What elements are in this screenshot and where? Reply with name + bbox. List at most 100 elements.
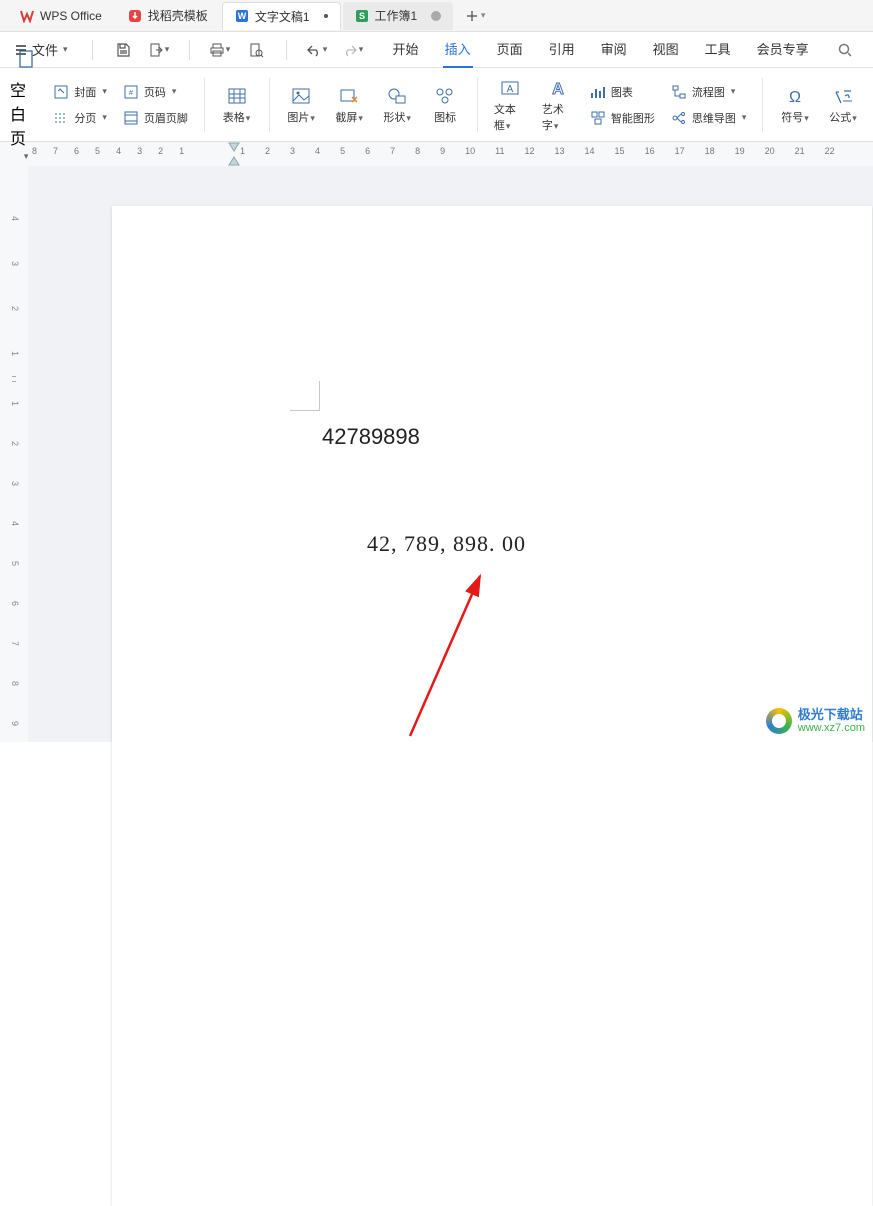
menu-tab-review[interactable]: 审阅 xyxy=(599,31,629,68)
ribbon-screenshot[interactable]: 截屏▾ xyxy=(329,83,369,127)
ribbon-table[interactable]: 表格▾ xyxy=(217,83,257,127)
document-text-raw[interactable]: 42789898 xyxy=(322,424,420,450)
label: 文本框 xyxy=(494,104,516,132)
separator xyxy=(286,40,287,60)
ruler-tick: 5 xyxy=(340,146,345,156)
menu-tab-reference[interactable]: 引用 xyxy=(547,31,577,68)
horizontal-ruler[interactable]: 8 7 6 5 4 3 2 1 1 2 3 4 5 6 7 8 9 10 11 … xyxy=(0,142,873,166)
ribbon-wordart[interactable]: A 艺术字▾ xyxy=(538,75,578,135)
watermark-title: 极光下载站 xyxy=(798,708,865,722)
label: 形状 xyxy=(383,112,405,124)
ribbon-flowchart[interactable]: 流程图▾ xyxy=(667,82,740,102)
hruler-scale: 8 7 6 5 4 3 2 1 1 2 3 4 5 6 7 8 9 10 11 … xyxy=(28,142,873,166)
print-preview-button[interactable] xyxy=(244,38,268,62)
vertical-ruler[interactable]: 4 3 2 1 1 2 3 4 5 6 7 8 9 xyxy=(0,166,28,742)
ruler-tick: 8 xyxy=(10,681,20,686)
ribbon-icon[interactable]: 图标 xyxy=(425,83,465,127)
textbox-icon: A xyxy=(499,77,521,99)
label: 流程图 xyxy=(692,84,725,100)
ruler-tick: 12 xyxy=(525,146,535,156)
tab-workbook-1[interactable]: S 工作簿1 xyxy=(343,2,454,30)
tab-label: 工作簿1 xyxy=(375,7,418,24)
shape-icon xyxy=(386,85,408,107)
ruler-corner xyxy=(0,142,28,166)
indent-marker-top[interactable] xyxy=(228,142,240,152)
chevron-down-icon: ▾ xyxy=(481,10,486,21)
cover-icon xyxy=(53,84,69,100)
svg-text:#: # xyxy=(129,90,133,97)
ruler-tick: 7 xyxy=(53,146,58,156)
menu-tab-tools[interactable]: 工具 xyxy=(703,31,733,68)
search-button[interactable] xyxy=(833,38,857,62)
menu-tab-page[interactable]: 页面 xyxy=(495,31,525,68)
ribbon-textbox[interactable]: A 文本框▾ xyxy=(490,75,530,135)
label: 表格 xyxy=(223,112,245,124)
watermark-logo-icon xyxy=(766,708,792,734)
ruler-tick: 2 xyxy=(158,146,163,156)
ribbon-cover[interactable]: 封面▾ xyxy=(49,82,111,102)
ribbon-insert: 空白页▾ 封面▾ 分页▾ # 页码▾ 页眉页脚 表格▾ 图片▾ 截屏▾ xyxy=(0,68,873,142)
ribbon-header-footer[interactable]: 页眉页脚 xyxy=(119,108,192,128)
save-button[interactable] xyxy=(111,38,135,62)
tab-wps-home[interactable]: WPS Office xyxy=(8,2,114,30)
ribbon-pagenumber[interactable]: # 页码▾ xyxy=(119,82,181,102)
label: 图片 xyxy=(287,112,309,124)
ruler-tick: 2 xyxy=(10,441,20,446)
header-footer-icon xyxy=(123,110,139,126)
tab-document-1[interactable]: W 文字文稿1 xyxy=(222,2,341,30)
ruler-tick: 18 xyxy=(705,146,715,156)
menu-tab-vip[interactable]: 会员专享 xyxy=(755,31,811,68)
ribbon-blankpage[interactable]: 空白页▾ xyxy=(10,73,41,137)
ruler-tick: 22 xyxy=(825,146,835,156)
menu-tab-start[interactable]: 开始 xyxy=(391,31,421,68)
ribbon-chart[interactable]: 图表 xyxy=(586,82,637,102)
menu-tabs: 开始 插入 页面 引用 审阅 视图 工具 会员专享 xyxy=(391,31,811,68)
icon-icon xyxy=(434,85,456,107)
ruler-tick: 3 xyxy=(137,146,142,156)
document-text-formatted[interactable]: 42, 789, 898. 00 xyxy=(367,531,526,557)
chevron-down-icon: ▾ xyxy=(226,44,231,55)
sheet-icon: S xyxy=(355,9,369,23)
add-tab-button[interactable]: ▾ xyxy=(461,2,489,30)
ribbon-smartart[interactable]: 智能图形 xyxy=(586,108,659,128)
tab-label: 找稻壳模板 xyxy=(148,7,208,24)
ruler-tick: 1 xyxy=(10,351,20,356)
ruler-tick: 1 xyxy=(240,146,245,156)
ribbon-shape[interactable]: 形状▾ xyxy=(377,83,417,127)
label: 页眉页脚 xyxy=(144,110,188,126)
ribbon-cover-group: 封面▾ 分页▾ xyxy=(49,73,111,137)
svg-text:Ω: Ω xyxy=(789,89,801,106)
label: 艺术字 xyxy=(542,104,564,132)
menu-tab-view[interactable]: 视图 xyxy=(651,31,681,68)
ruler-tick: 6 xyxy=(74,146,79,156)
wordart-icon: A xyxy=(547,77,569,99)
ribbon-mindmap[interactable]: 思维导图▾ xyxy=(667,108,751,128)
ribbon-equation[interactable]: 公式▾ xyxy=(823,83,863,127)
label: 分页 xyxy=(74,110,96,126)
unsaved-dot-icon xyxy=(324,14,328,18)
menu-left-group: 文件 ▾ ▾ ▾ ▾ ▾ xyxy=(8,36,365,63)
export-button[interactable]: ▾ xyxy=(147,38,171,62)
ruler-tick: 17 xyxy=(675,146,685,156)
ruler-tick: 20 xyxy=(765,146,775,156)
ribbon-flow-group: 流程图▾ 思维导图▾ xyxy=(667,73,751,137)
watermark-url: www.xz7.com xyxy=(798,722,865,734)
menu-bar: 文件 ▾ ▾ ▾ ▾ ▾ 开始 插入 页面 引用 xyxy=(0,32,873,68)
menu-tab-insert[interactable]: 插入 xyxy=(443,31,473,68)
ruler-tick: 4 xyxy=(116,146,121,156)
ribbon-picture[interactable]: 图片▾ xyxy=(281,83,321,127)
ruler-tick: 7 xyxy=(10,641,20,646)
undo-button[interactable]: ▾ xyxy=(305,38,329,62)
watermark: 极光下载站 www.xz7.com xyxy=(766,708,865,734)
tab-docer[interactable]: 找稻壳模板 xyxy=(116,2,220,30)
document-page[interactable]: 42789898 42, 789, 898. 00 xyxy=(112,206,872,1206)
separator xyxy=(92,40,93,60)
print-button[interactable]: ▾ xyxy=(208,38,232,62)
separator xyxy=(762,78,763,132)
redo-button[interactable]: ▾ xyxy=(341,38,365,62)
table-icon xyxy=(226,85,248,107)
ribbon-symbol[interactable]: Ω 符号▾ xyxy=(775,83,815,127)
ruler-split xyxy=(12,376,16,382)
ribbon-pagebreak[interactable]: 分页▾ xyxy=(49,108,111,128)
ruler-tick: 2 xyxy=(10,306,20,311)
